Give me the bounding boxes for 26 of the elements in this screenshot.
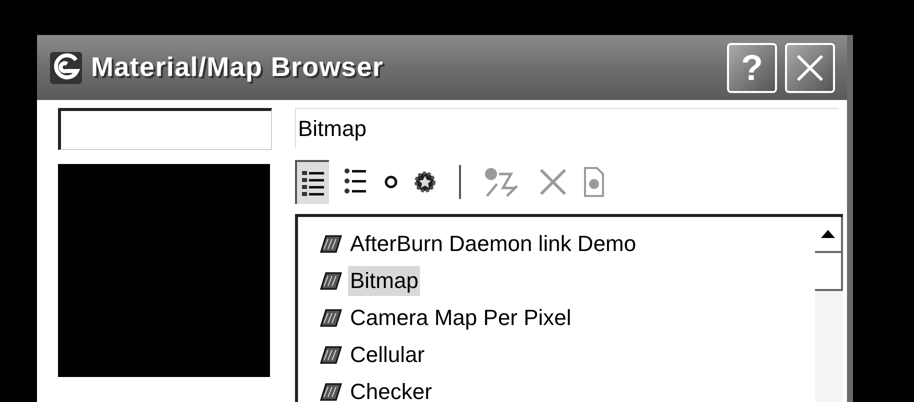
document-icon [583, 166, 605, 198]
help-button[interactable]: ? [727, 42, 777, 92]
name-field[interactable]: Bitmap [295, 108, 839, 148]
close-icon [795, 52, 825, 82]
list-item[interactable]: Bitmap [348, 266, 420, 296]
view-mode-button[interactable] [295, 160, 329, 204]
map-icon [320, 344, 342, 364]
map-icon [320, 308, 342, 328]
sphere-icon [384, 175, 398, 189]
map-icon [320, 234, 342, 254]
delete-icon [537, 166, 569, 198]
list-item[interactable]: Cellular [348, 340, 427, 370]
window-title: Material/Map Browser [91, 51, 384, 84]
up-arrow-icon [821, 230, 835, 238]
map-icon [320, 270, 342, 290]
list-item[interactable]: Camera Map Per Pixel [348, 302, 574, 332]
list-item[interactable]: Checker [348, 376, 434, 402]
scroll-thumb[interactable] [815, 253, 843, 291]
scroll-up-button[interactable] [815, 217, 843, 253]
gear-icon [414, 171, 436, 193]
map-icon [320, 382, 342, 402]
app-logo-icon [49, 50, 83, 84]
detail-list-icon [300, 168, 326, 198]
close-button[interactable] [785, 42, 835, 92]
list-item[interactable]: AfterBurn Daemon link Demo [348, 228, 638, 258]
search-field[interactable] [58, 108, 272, 150]
